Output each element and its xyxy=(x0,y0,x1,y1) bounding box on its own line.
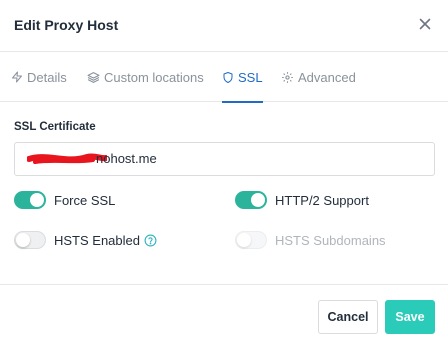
tab-details[interactable]: Details xyxy=(11,52,67,102)
modal-header: Edit Proxy Host xyxy=(0,0,448,52)
tab-bar: Details Custom locations SSL Advanced xyxy=(0,52,448,103)
tab-label: SSL xyxy=(238,69,263,85)
ssl-certificate-value: nohost.me xyxy=(96,151,157,166)
close-icon xyxy=(419,18,431,30)
force-ssl-label: Force SSL xyxy=(54,192,116,208)
hsts-toggle[interactable] xyxy=(14,231,46,249)
tab-ssl[interactable]: SSL xyxy=(222,52,263,103)
tab-label: Custom locations xyxy=(104,69,204,85)
force-ssl-toggle[interactable] xyxy=(14,191,46,209)
modal-footer: Cancel Save xyxy=(0,284,448,348)
zap-icon xyxy=(12,71,22,83)
modal-title: Edit Proxy Host xyxy=(14,17,119,33)
hsts-subdomains-label: HSTS Subdomains xyxy=(275,232,386,248)
shield-icon xyxy=(223,71,233,83)
ssl-certificate-label: SSL Certificate xyxy=(14,121,96,133)
hsts-option: HSTS Enabled xyxy=(14,231,157,249)
hsts-subdomains-option: HSTS Subdomains xyxy=(235,231,386,249)
redaction-scribble xyxy=(27,153,107,164)
force-ssl-option: Force SSL xyxy=(14,191,115,209)
tab-custom-locations[interactable]: Custom locations xyxy=(87,52,204,102)
help-icon[interactable] xyxy=(144,234,157,247)
tab-advanced[interactable]: Advanced xyxy=(281,52,356,102)
tab-label: Advanced xyxy=(298,69,356,85)
close-button[interactable] xyxy=(414,13,436,35)
edit-proxy-host-modal: Edit Proxy Host Details Custom locations… xyxy=(0,0,448,348)
tab-label: Details xyxy=(27,69,67,85)
layers-icon xyxy=(87,71,100,83)
gear-icon xyxy=(282,71,293,83)
http2-option: HTTP/2 Support xyxy=(235,191,369,209)
save-button[interactable]: Save xyxy=(385,300,435,334)
hsts-label: HSTS Enabled xyxy=(54,232,140,248)
hsts-subdomains-toggle xyxy=(235,231,267,249)
cancel-button[interactable]: Cancel xyxy=(318,300,378,334)
http2-toggle[interactable] xyxy=(235,191,267,209)
http2-label: HTTP/2 Support xyxy=(275,192,369,208)
ssl-certificate-select[interactable]: nohost.me xyxy=(14,142,435,176)
